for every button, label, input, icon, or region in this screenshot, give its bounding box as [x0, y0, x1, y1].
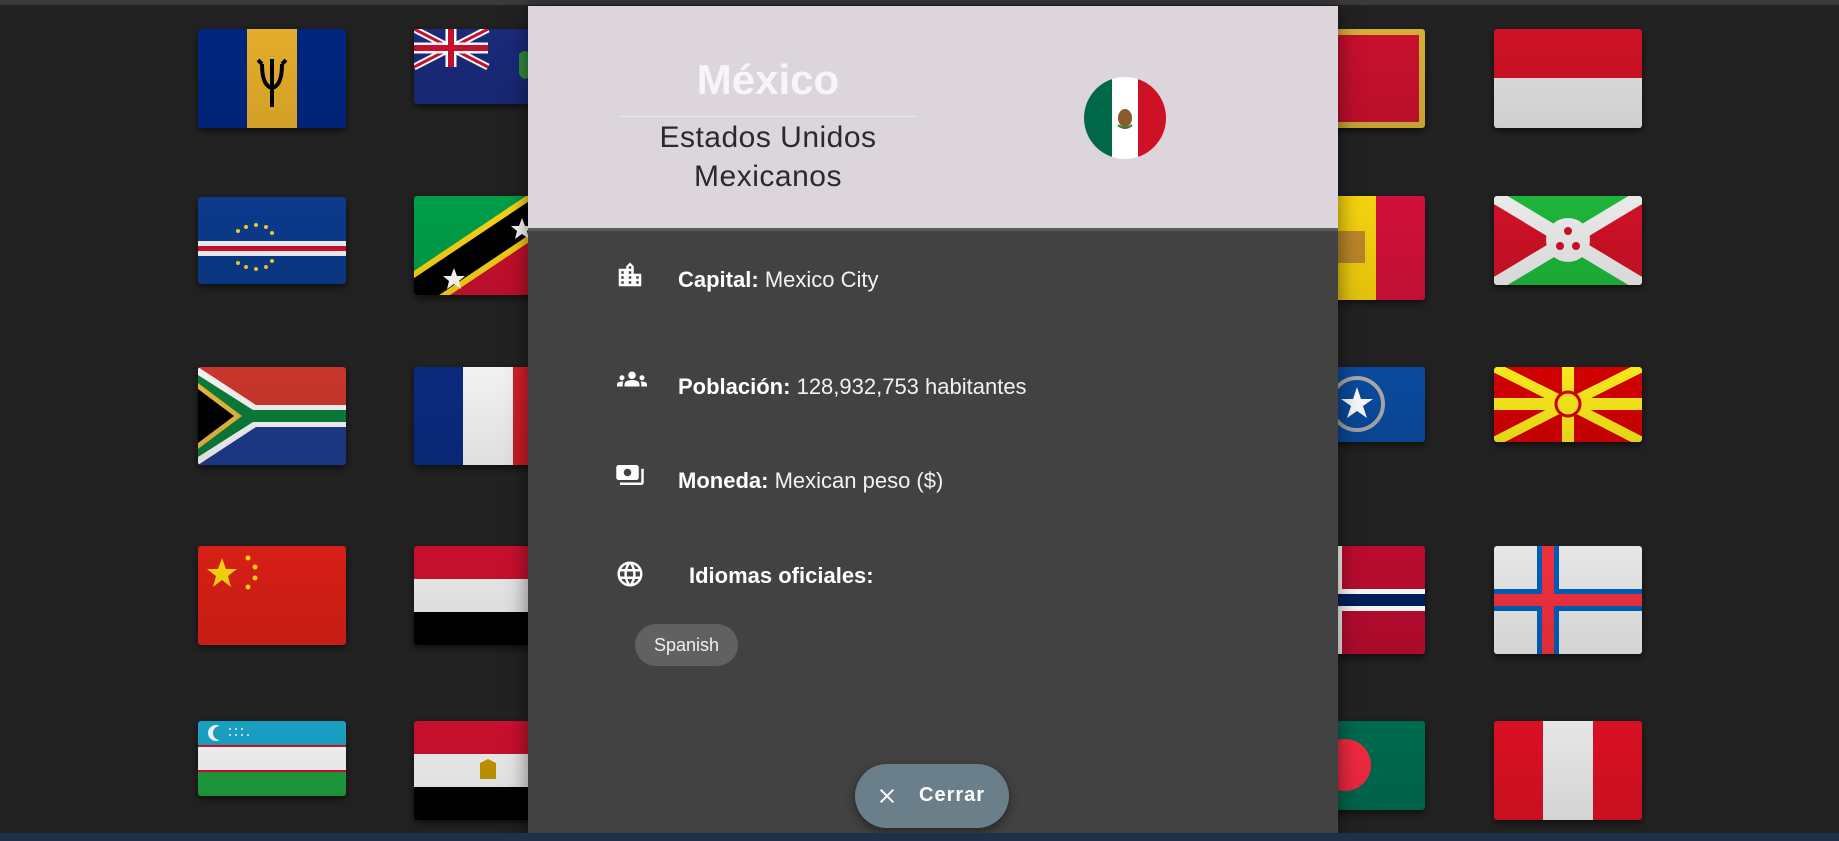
money-icon [616, 465, 644, 485]
flag-card-barbados[interactable] [198, 29, 346, 128]
close-button[interactable]: Cerrar [855, 764, 1009, 828]
country-official-name: Estados Unidos Mexicanos [659, 121, 877, 193]
flag-card-china[interactable] [198, 546, 346, 645]
capital-value: Mexico City [764, 267, 879, 292]
people-icon [617, 371, 647, 387]
close-icon [880, 789, 894, 803]
population-value: 128,932,753 habitantes [796, 374, 1027, 399]
flag-card-north-macedonia[interactable] [1494, 367, 1642, 442]
dialog-header: México Estados Unidos Mexicanos [528, 6, 1338, 231]
languages-text: Idiomas oficiales: [689, 563, 874, 589]
flag-card-cape-verde[interactable] [198, 197, 346, 284]
flag-card-uzbekistan[interactable] [198, 721, 346, 796]
population-label: Población: [678, 374, 791, 399]
flag-card-monaco[interactable] [1494, 29, 1642, 128]
flag-card-south-africa[interactable] [198, 367, 346, 465]
flag-card-peru[interactable] [1494, 721, 1642, 820]
header-divider [620, 116, 916, 117]
capital-text: Capital: Mexico City [678, 267, 879, 293]
globe-icon [617, 561, 643, 587]
languages-label: Idiomas oficiales: [689, 563, 874, 588]
currency-value: Mexican peso ($) [774, 468, 944, 493]
currency-text: Moneda: Mexican peso ($) [678, 468, 943, 494]
country-detail-dialog: México Estados Unidos Mexicanos Capital:… [528, 6, 1338, 841]
close-button-label: Cerrar [919, 784, 986, 806]
currency-label: Moneda: [678, 468, 769, 493]
capital-label: Capital: [678, 267, 759, 292]
mexico-flag-icon [1084, 77, 1166, 159]
population-text: Población: 128,932,753 habitantes [678, 374, 1027, 400]
language-chip[interactable]: Spanish [635, 624, 738, 666]
browser-top-strip [0, 0, 1839, 5]
flag-card-burundi[interactable] [1494, 196, 1642, 285]
city-icon [618, 262, 642, 287]
country-common-name: México [696, 56, 840, 103]
flag-card-faroe-islands[interactable] [1494, 546, 1642, 654]
taskbar-strip [0, 833, 1839, 841]
